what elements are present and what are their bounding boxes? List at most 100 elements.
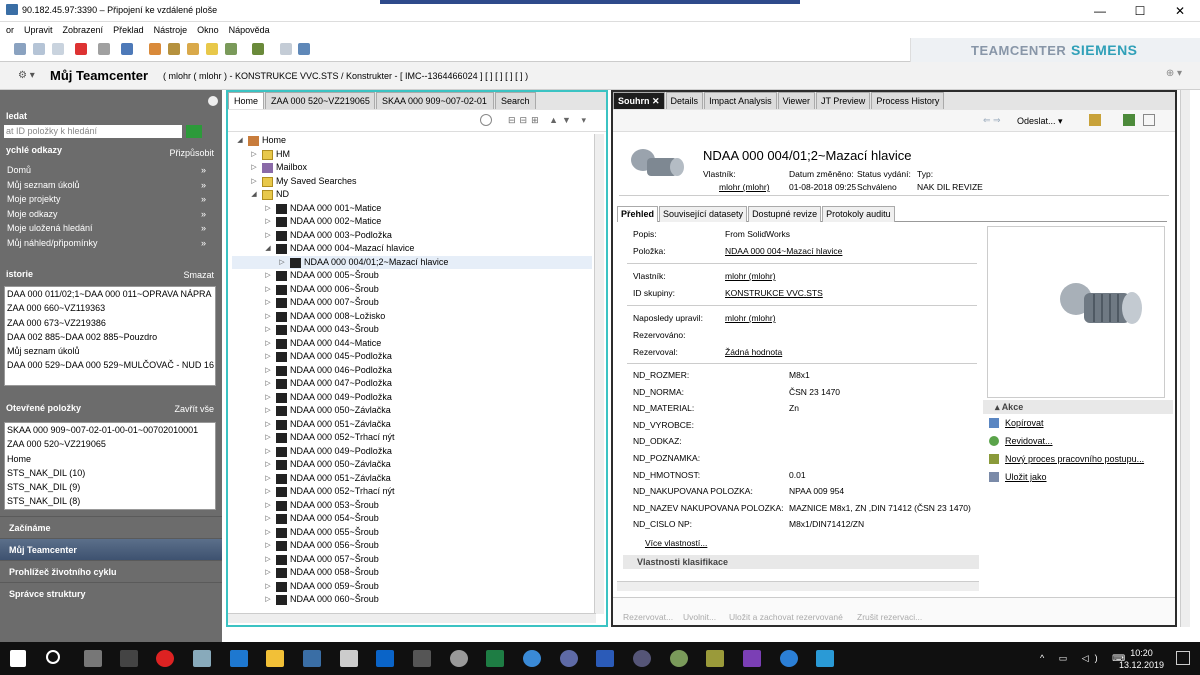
delete-icon[interactable] <box>75 43 87 55</box>
tree-node[interactable]: ▷ NDAA 000 056~Šroub <box>232 539 592 553</box>
tree-node[interactable]: ▷ NDAA 000 060~Šroub <box>232 593 592 607</box>
history-item[interactable]: Můj seznam úkolů <box>5 344 215 358</box>
tab-summary[interactable]: Souhrn ✕ <box>613 92 665 109</box>
subtab-datasets[interactable]: Související datasety <box>659 206 748 222</box>
expand-arrow-icon[interactable]: ▷ <box>264 323 272 337</box>
expand-arrow-icon[interactable]: ▷ <box>264 499 272 513</box>
vpn-icon[interactable] <box>560 650 578 667</box>
tab-jt-preview[interactable]: JT Preview <box>815 92 871 109</box>
tree-expand-icons[interactable]: ⊟⊟⊞ ▲▼ ▾ <box>508 115 590 126</box>
tree-node[interactable]: ▷ NDAA 000 052~Trhací nýt <box>232 485 592 499</box>
open-item[interactable]: SKAA 000 909~007-02-01-00-01~00702010001 <box>5 423 215 437</box>
expand-arrow-icon[interactable]: ▷ <box>264 229 272 243</box>
collapse-arrow-icon[interactable]: ◢ <box>236 134 244 148</box>
tree-node[interactable]: ▷ NDAA 000 002~Matice <box>232 215 592 229</box>
tree-node[interactable]: ▷ NDAA 000 044~Matice <box>232 337 592 351</box>
subtab-audit[interactable]: Protokoly auditu <box>822 206 895 222</box>
app2-icon[interactable] <box>633 650 651 667</box>
expand-arrow-icon[interactable]: ▷ <box>264 539 272 553</box>
app4-icon[interactable] <box>706 650 724 667</box>
tree-node[interactable]: ▷ My Saved Searches <box>232 175 592 189</box>
actions-header[interactable]: ▴ Akce <box>983 400 1173 414</box>
tree-node[interactable]: ▷ NDAA 000 049~Podložka <box>232 391 592 405</box>
menu-edit[interactable]: Upravit <box>24 22 53 38</box>
close-all-link[interactable]: Zavřít vše <box>174 404 214 414</box>
send-to-menu[interactable]: Odeslat... ▾ <box>1017 116 1063 127</box>
ie-icon[interactable] <box>523 650 541 667</box>
collapse-arrow-icon[interactable]: ◢ <box>250 188 258 202</box>
classification-header[interactable]: Vlastnosti klasifikace <box>623 555 979 569</box>
paste-icon[interactable] <box>52 43 64 55</box>
history-item[interactable]: ZAA 000 660~VZ119363 <box>5 301 215 315</box>
quick-link-projects[interactable]: Moje projekty» <box>0 192 222 207</box>
menu-view[interactable]: Zobrazení <box>63 22 104 38</box>
property-value[interactable]: Žádná hodnota <box>725 344 782 360</box>
expand-arrow-icon[interactable]: ▷ <box>278 256 286 270</box>
tree-node[interactable]: ▷ NDAA 000 046~Podložka <box>232 364 592 378</box>
expand-arrow-icon[interactable]: ▷ <box>264 310 272 324</box>
tab-viewer[interactable]: Viewer <box>777 92 815 109</box>
layout-icon[interactable] <box>121 43 133 55</box>
tree-node[interactable]: ▷ NDAA 000 049~Podložka <box>232 445 592 459</box>
taskview-icon[interactable] <box>84 650 102 667</box>
expand-arrow-icon[interactable]: ▷ <box>250 148 258 162</box>
edge-icon[interactable] <box>230 650 248 667</box>
tab-skaa-000-909[interactable]: SKAA 000 909~007-02-01 <box>376 92 495 109</box>
tab-home[interactable]: Home <box>228 92 265 109</box>
nav-my-teamcenter[interactable]: Můj Teamcenter <box>0 538 222 560</box>
action-copy[interactable]: Kopírovat <box>983 414 1173 432</box>
tree-node[interactable]: ▷ NDAA 000 006~Šroub <box>232 283 592 297</box>
expand-arrow-icon[interactable]: ▷ <box>264 283 272 297</box>
cancel-reservation-button[interactable]: Zrušit rezervaci... <box>857 612 922 622</box>
nav-arrows-icon[interactable]: ⇐ ⇒ <box>983 115 1001 126</box>
open-item[interactable]: STS_NAK_DIL (8) <box>5 494 215 508</box>
app3-icon[interactable] <box>670 650 688 667</box>
tree-node[interactable]: ▷ NDAA 000 047~Podložka <box>232 377 592 391</box>
tab-zaa-000-520[interactable]: ZAA 000 520~VZ219065 <box>265 92 376 109</box>
search-icon[interactable] <box>46 650 60 664</box>
subtab-revisions[interactable]: Dostupné revize <box>748 206 822 222</box>
app-icon[interactable] <box>120 650 138 667</box>
tree-node[interactable]: ◢ NDAA 000 004~Mazací hlavice <box>232 242 592 256</box>
owner-value[interactable]: mlohr (mlohr) <box>719 182 770 192</box>
expand-arrow-icon[interactable]: ▷ <box>264 472 272 486</box>
menu-help[interactable]: Nápověda <box>229 22 270 38</box>
release-button[interactable]: Uvolnit... <box>683 612 716 622</box>
tree-node[interactable]: ▷ NDAA 000 001~Matice <box>232 202 592 216</box>
action-new-workflow[interactable]: Nový proces pracovního postupu... <box>983 450 1173 468</box>
explorer-icon[interactable] <box>266 650 284 667</box>
calculator-icon[interactable] <box>413 650 431 667</box>
tree-hscroll[interactable] <box>228 613 596 623</box>
expand-arrow-icon[interactable]: ▷ <box>264 296 272 310</box>
tree-node[interactable]: ▷ NDAA 000 051~Závlačka <box>232 472 592 486</box>
expand-arrow-icon[interactable]: ▷ <box>264 553 272 567</box>
tree-node[interactable]: ▷ NDAA 000 050~Závlačka <box>232 458 592 472</box>
start-icon[interactable] <box>10 650 26 667</box>
expand-arrow-icon[interactable]: ▷ <box>264 364 272 378</box>
quick-link-links[interactable]: Moje odkazy» <box>0 207 222 222</box>
network-icon[interactable] <box>193 650 211 667</box>
photos-icon[interactable] <box>340 650 358 667</box>
search-icon[interactable] <box>280 43 292 55</box>
attach-icon[interactable] <box>168 43 180 55</box>
tab-search[interactable]: Search <box>495 92 536 109</box>
tree-node[interactable]: ▷ NDAA 000 008~Ložisko <box>232 310 592 324</box>
open-item[interactable]: STS_NAK_DIL (9) <box>5 480 215 494</box>
expand-arrow-icon[interactable]: ▷ <box>264 593 272 607</box>
teamviewer-icon[interactable] <box>780 650 798 667</box>
expand-arrow-icon[interactable]: ▷ <box>264 269 272 283</box>
word-icon[interactable] <box>596 650 614 667</box>
expand-arrow-icon[interactable]: ▷ <box>250 161 258 175</box>
tree-node[interactable]: ▷ Mailbox <box>232 161 592 175</box>
nav-lifecycle-viewer[interactable]: Prohlížeč životního cyklu <box>0 560 222 582</box>
open-item[interactable]: ZAA 000 520~VZ219065 <box>5 437 215 451</box>
tab-details[interactable]: Details <box>665 92 704 109</box>
tree-node[interactable]: ▷ NDAA 000 043~Šroub <box>232 323 592 337</box>
open-item[interactable]: STS_NAK_DIL (10) <box>5 466 215 480</box>
settings-icon[interactable]: ⚙ ▾ <box>18 70 35 81</box>
tree-node[interactable]: ◢ ND <box>232 188 592 202</box>
expand-arrow-icon[interactable]: ▷ <box>264 566 272 580</box>
maximize-icon[interactable] <box>1143 114 1155 126</box>
property-value[interactable]: NDAA 000 004~Mazací hlavice <box>725 243 842 259</box>
expand-arrow-icon[interactable]: ▷ <box>264 377 272 391</box>
